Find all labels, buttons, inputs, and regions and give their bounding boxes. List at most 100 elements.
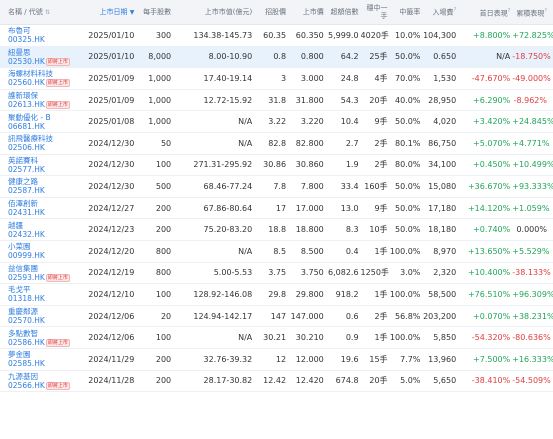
stock-name[interactable]: 紐曼思 xyxy=(8,48,82,57)
stock-name[interactable]: 越疆 xyxy=(8,221,82,230)
lot-size: 1,000 xyxy=(148,117,172,127)
col-header-cumulative[interactable]: 累積表現? xyxy=(512,7,553,17)
oversubscription: 13.0 xyxy=(340,203,359,213)
table-row[interactable]: 佰澤創新 02431.HK 2024/12/27 200 67.86-80.64 17 17… xyxy=(0,197,553,220)
stock-code[interactable]: 06681.HK xyxy=(8,122,82,131)
col-header-lot-size[interactable]: 每手股數 xyxy=(138,7,173,17)
stock-cell[interactable]: 訊飛醫療科技 02506.HK xyxy=(0,134,82,152)
stock-name[interactable]: 多點數智 xyxy=(8,329,82,338)
lots-per-win: 10手 xyxy=(369,225,388,235)
offer-price: 60.35 xyxy=(263,30,287,40)
ipo-range: N/A xyxy=(238,138,253,148)
stock-cell[interactable]: 布魯可 00325.HK xyxy=(0,26,82,44)
info-icon: ? xyxy=(544,7,547,14)
first-day-change: -38.410% xyxy=(471,376,511,386)
stock-name[interactable]: 英諾賽科 xyxy=(8,156,82,165)
stock-name[interactable]: 海螺材料科技 xyxy=(8,69,82,78)
stock-cell[interactable]: 紐曼思 02530.HK 即將上市 xyxy=(0,48,82,66)
stock-cell[interactable]: 海螺材料科技 02560.HK 即將上市 xyxy=(0,69,82,88)
table-row[interactable]: 毛戈平 01318.HK 2024/12/10 100 128.92-146.08 29.… xyxy=(0,284,553,306)
stock-code[interactable]: 02431.HK xyxy=(8,208,82,217)
col-header-win-rate[interactable]: 中籤率 xyxy=(390,7,423,17)
stock-code-text: 02586.HK xyxy=(8,337,45,347)
col-header-offer-price[interactable]: 招股價 xyxy=(254,7,288,17)
table-row[interactable]: 小菜園 00999.HK 2024/12/20 800 N/A 8.5 8.500 0.4 1手… xyxy=(0,240,553,263)
ipo-table: 名稱 / 代號 ⇅ 上市日期 ▼ 每手股數 上市市值(億元) 招股價 上市價 超… xyxy=(0,0,553,439)
stock-code[interactable]: 02577.HK xyxy=(8,165,82,174)
stock-name[interactable]: 佰澤創新 xyxy=(8,199,82,208)
win-rate: 56.8% xyxy=(394,311,421,321)
win-rate: 70.0% xyxy=(394,73,421,83)
stock-name[interactable]: 益信集團 xyxy=(8,264,82,273)
col-header-listing-price[interactable]: 上市價 xyxy=(288,7,326,17)
col-header-entry-fee[interactable]: 入場費? xyxy=(422,7,458,17)
table-row[interactable]: 九源基因 02566.HK 即將上市 2024/11/28 200 28.17-30.82… xyxy=(0,370,553,393)
stock-code[interactable]: 02585.HK xyxy=(8,359,82,368)
table-row[interactable]: 護新環保 02613.HK 即將上市 2025/01/09 1,000 12.72-15.… xyxy=(0,89,553,112)
table-row[interactable]: 越疆 02432.HK 2024/12/23 200 75.20-83.20 18.8 18… xyxy=(0,219,553,241)
info-icon: ? xyxy=(507,7,511,14)
stock-code[interactable]: 02586.HK 即將上市 xyxy=(8,338,82,347)
stock-cell[interactable]: 多點數智 02586.HK 即將上市 xyxy=(0,329,82,347)
table-row[interactable]: 布魯可 00325.HK 2025/01/10 300 134.38-145.73 60.… xyxy=(0,25,553,47)
stock-name[interactable]: 九源基因 xyxy=(8,372,82,381)
first-day-change: +5.070% xyxy=(473,138,511,148)
stock-code[interactable]: 02593.HK 即將上市 xyxy=(8,273,82,282)
stock-code[interactable]: 02587.HK xyxy=(8,186,82,195)
stock-name[interactable]: 毛戈平 xyxy=(8,285,82,294)
table-row[interactable]: 紐曼思 02530.HK 即將上市 2025/01/10 8,000 8.00-10.90… xyxy=(0,46,553,69)
stock-code[interactable]: 00325.HK xyxy=(8,35,82,44)
col-header-oversub[interactable]: 超額倍數 xyxy=(326,8,361,16)
col-header-listing-date[interactable]: 上市日期 ▼ xyxy=(82,7,138,17)
table-row[interactable]: 訊飛醫療科技 02506.HK 2024/12/30 50 N/A 82.8 82.800 2… xyxy=(0,132,553,155)
col-header-name[interactable]: 名稱 / 代號 ⇅ xyxy=(0,7,82,17)
table-row[interactable]: 多點數智 02586.HK 即將上市 2024/12/06 100 N/A 30.21 30.… xyxy=(0,327,553,349)
oversubscription: 5,999.0 xyxy=(328,30,359,40)
table-row[interactable]: 益信集團 02593.HK 即將上市 2024/12/19 800 5.00-5.53 3.… xyxy=(0,262,553,285)
stock-name[interactable]: 聚動優化 - B xyxy=(8,113,82,122)
stock-code[interactable]: 01318.HK xyxy=(8,294,82,303)
stock-code[interactable]: 02506.HK xyxy=(8,143,82,152)
stock-cell[interactable]: 小菜園 00999.HK xyxy=(0,242,82,260)
stock-code[interactable]: 02566.HK 即將上市 xyxy=(8,381,82,390)
stock-code[interactable]: 02613.HK 即將上市 xyxy=(8,100,82,110)
stock-name[interactable]: 夢金園 xyxy=(8,350,82,359)
stock-name[interactable]: 小菜園 xyxy=(8,242,82,251)
table-row[interactable]: 重慶鄰源 02570.HK 2024/12/06 20 124.94-142.17 147… xyxy=(0,305,553,328)
stock-name[interactable]: 重慶鄰源 xyxy=(8,307,82,316)
table-row[interactable]: 聚動優化 - B 06681.HK 2025/01/08 1,000 N/A 3.22 3.… xyxy=(0,111,553,133)
stock-name[interactable]: 訊飛醫療科技 xyxy=(8,134,82,143)
oversubscription: 0.9 xyxy=(345,333,359,343)
col-header-first-day[interactable]: 首日表現? xyxy=(458,7,512,17)
table-row[interactable]: 海螺材料科技 02560.HK 即將上市 2025/01/09 1,000 17.40-1… xyxy=(0,68,553,90)
stock-code[interactable]: 02432.HK xyxy=(8,230,82,239)
stock-cell[interactable]: 健康之路 02587.HK xyxy=(0,177,82,195)
table-row[interactable]: 英諾賽科 02577.HK 2024/12/30 100 271.31-295.92 30… xyxy=(0,154,553,177)
stock-code[interactable]: 02530.HK 即將上市 xyxy=(8,57,82,66)
lots-per-win: 20手 xyxy=(369,376,388,386)
col-header-ipo-range[interactable]: 上市市值(億元) xyxy=(173,7,254,17)
stock-code[interactable]: 00999.HK xyxy=(8,251,82,260)
stock-code[interactable]: 02570.HK xyxy=(8,316,82,325)
col-header-cumulative-label: 累積表現 xyxy=(516,9,545,18)
stock-code-text: 02585.HK xyxy=(8,359,45,369)
stock-cell[interactable]: 夢金園 02585.HK xyxy=(0,350,82,368)
table-row[interactable]: 夢金園 02585.HK 2024/11/29 200 32.76-39.32 12 12.… xyxy=(0,348,553,371)
stock-cell[interactable]: 聚動優化 - B 06681.HK xyxy=(0,113,82,131)
stock-name[interactable]: 護新環保 xyxy=(8,91,82,100)
stock-cell[interactable]: 重慶鄰源 02570.HK xyxy=(0,307,82,325)
stock-cell[interactable]: 護新環保 02613.HK 即將上市 xyxy=(0,91,82,110)
stock-name[interactable]: 布魯可 xyxy=(8,26,82,35)
stock-cell[interactable]: 九源基因 02566.HK 即將上市 xyxy=(0,372,82,390)
stock-cell[interactable]: 益信集團 02593.HK 即將上市 xyxy=(0,264,82,282)
upcoming-badge: 即將上市 xyxy=(45,273,70,282)
col-header-lots-per-win[interactable]: 穩中一手 xyxy=(361,4,390,20)
stock-code[interactable]: 02560.HK 即將上市 xyxy=(8,78,82,88)
stock-cell[interactable]: 越疆 02432.HK xyxy=(0,221,82,239)
table-row[interactable]: 健康之路 02587.HK 2024/12/30 500 68.46-77.24 7.8 7… xyxy=(0,176,553,198)
stock-cell[interactable]: 佰澤創新 02431.HK xyxy=(0,199,82,217)
stock-cell[interactable]: 毛戈平 01318.HK xyxy=(0,285,82,303)
stock-cell[interactable]: 英諾賽科 02577.HK xyxy=(0,156,82,174)
stock-name[interactable]: 健康之路 xyxy=(8,177,82,186)
lot-size: 200 xyxy=(155,225,172,235)
